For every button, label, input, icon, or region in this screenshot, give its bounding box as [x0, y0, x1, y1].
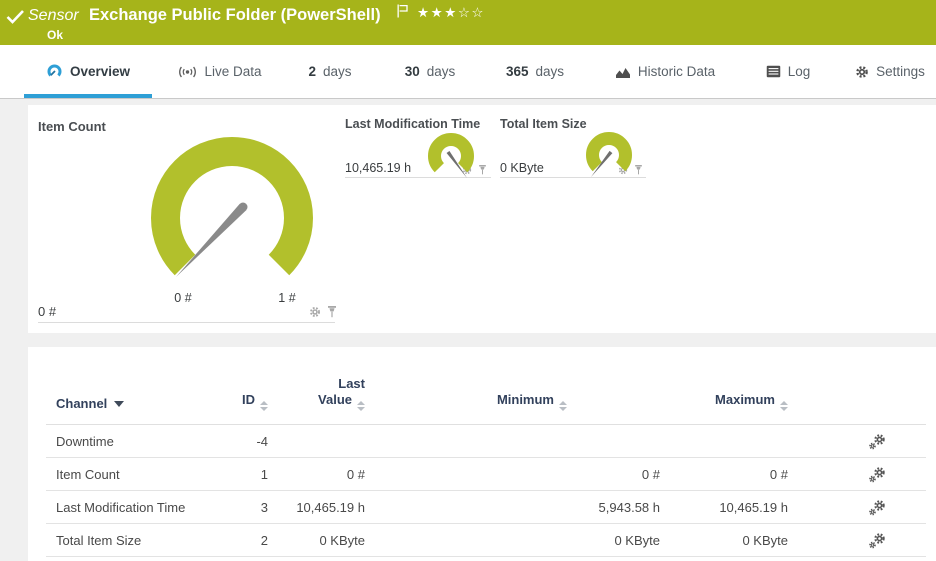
stars-empty: ☆☆: [457, 5, 486, 20]
tab-number: 365: [505, 64, 529, 79]
gauge-icon: [47, 64, 62, 77]
gauge-scale-min: 0 #: [174, 291, 192, 305]
sort-desc-icon: [114, 401, 125, 407]
cell-id: 2: [260, 532, 268, 548]
gauge-scale-max: 1 #: [278, 291, 296, 305]
cell-id: 3: [260, 499, 268, 515]
tab-365-days[interactable]: 365 days: [495, 45, 575, 98]
gauge-toolbar: [309, 306, 337, 318]
table-header-row: Channel ID Last Value Minimum Maximum: [46, 347, 926, 425]
tab-2-days[interactable]: 2 days: [295, 45, 365, 98]
cell-channel[interactable]: Last Modification Time: [46, 500, 226, 515]
cell-channel[interactable]: Downtime: [46, 434, 226, 449]
flag-icon[interactable]: [397, 4, 408, 18]
channel-settings-gears-icon[interactable]: [868, 466, 886, 483]
tab-label: Overview: [69, 64, 131, 79]
cell-id: -4: [256, 433, 268, 449]
gauge-settings-gear-icon[interactable]: [309, 306, 321, 318]
cell-id: 1: [260, 466, 268, 482]
channels-table: Channel ID Last Value Minimum Maximum Do…: [46, 347, 926, 557]
historic-chart-icon: [615, 67, 630, 78]
column-header-maximum[interactable]: Maximum: [670, 392, 798, 411]
total-item-size-gauge: [586, 132, 632, 177]
cell-minimum: 0 KByte: [614, 532, 660, 548]
tab-label: days: [426, 64, 456, 79]
table-row-item-count: Item Count 1 0 # 0 # 0 #: [46, 458, 926, 491]
gauge-title-total-item-size: Total Item Size: [500, 117, 587, 131]
tab-label: Historic Data: [637, 64, 716, 79]
cell-last-value: 10,465.19 h: [296, 499, 365, 515]
tab-historic-data[interactable]: Historic Data: [605, 45, 725, 98]
cell-channel[interactable]: Total Item Size: [46, 533, 226, 548]
sort-icon: [260, 401, 268, 411]
tab-label: days: [535, 64, 565, 79]
tab-live-data[interactable]: Live Data: [165, 45, 275, 98]
column-header-channel[interactable]: Channel: [46, 396, 226, 411]
sort-icon: [780, 401, 788, 411]
channel-settings-gears-icon[interactable]: [868, 499, 886, 516]
table-row-last-modification-time: Last Modification Time 3 10,465.19 h 5,9…: [46, 491, 926, 524]
gauge-pin-icon[interactable]: [327, 306, 337, 318]
tab-log[interactable]: Log: [760, 45, 816, 98]
tab-label: days: [322, 64, 352, 79]
priority-stars[interactable]: ★★★☆☆: [417, 5, 485, 21]
item-count-gauge: [151, 137, 313, 277]
sensor-title: Exchange Public Folder (PowerShell): [89, 6, 381, 24]
sensor-status-bar: Sensor Exchange Public Folder (PowerShel…: [0, 0, 936, 45]
table-row-total-item-size: Total Item Size 2 0 KByte 0 KByte 0 KByt…: [46, 524, 926, 557]
gauges-panel: Item Count 0 # 1 # 0 # Last Modification…: [28, 105, 936, 333]
gauge-title-item-count: Item Count: [38, 119, 106, 134]
tab-overview[interactable]: Overview: [24, 45, 152, 98]
cell-minimum: 0 #: [641, 466, 660, 482]
tab-number: 2: [308, 64, 316, 79]
channel-settings-gears-icon[interactable]: [868, 433, 886, 450]
tab-settings[interactable]: Settings: [852, 45, 928, 98]
channel-settings-gears-icon[interactable]: [868, 532, 886, 549]
channels-table-panel: Channel ID Last Value Minimum Maximum Do…: [28, 347, 936, 561]
live-data-icon: [179, 66, 197, 77]
stars-filled: ★★★: [417, 5, 458, 20]
table-row-downtime: Downtime -4: [46, 425, 926, 458]
cell-last-value: 0 #: [346, 466, 365, 482]
log-icon: [766, 65, 780, 78]
cell-minimum: 5,943.58 h: [598, 499, 660, 515]
tab-label: Log: [787, 64, 811, 79]
tab-30-days[interactable]: 30 days: [395, 45, 465, 98]
gauge-value-item-count: 0 #: [38, 304, 57, 319]
divider: [38, 322, 335, 323]
sensor-status-text: Ok: [47, 28, 64, 42]
cell-maximum: 10,465.19 h: [719, 499, 788, 515]
sensor-type-label: Sensor: [28, 7, 79, 24]
status-ok-check-icon: [6, 10, 24, 24]
tab-bar: Overview Live Data 2 days 30 days 365 da…: [0, 45, 936, 99]
tab-number: 30: [404, 64, 420, 79]
gauge-value-last-modification-time: 10,465.19 h: [345, 161, 412, 175]
sort-icon: [357, 401, 365, 411]
sort-icon: [559, 401, 567, 411]
last-modification-time-gauge: [428, 133, 474, 178]
column-header-last-value[interactable]: Last Value: [278, 376, 375, 411]
tab-label: Settings: [876, 64, 925, 79]
tab-label: Live Data: [204, 64, 262, 79]
cell-last-value: 0 KByte: [319, 532, 365, 548]
cell-maximum: 0 #: [769, 466, 788, 482]
column-header-id[interactable]: ID: [226, 392, 278, 411]
gauge-value-total-item-size: 0 KByte: [500, 161, 544, 175]
column-header-minimum[interactable]: Minimum: [375, 392, 670, 411]
cell-maximum: 0 KByte: [742, 532, 788, 548]
gear-icon: [856, 65, 868, 78]
cell-channel[interactable]: Item Count: [46, 467, 226, 482]
prtg-sensor-overview-page: Sensor Exchange Public Folder (PowerShel…: [0, 0, 936, 561]
